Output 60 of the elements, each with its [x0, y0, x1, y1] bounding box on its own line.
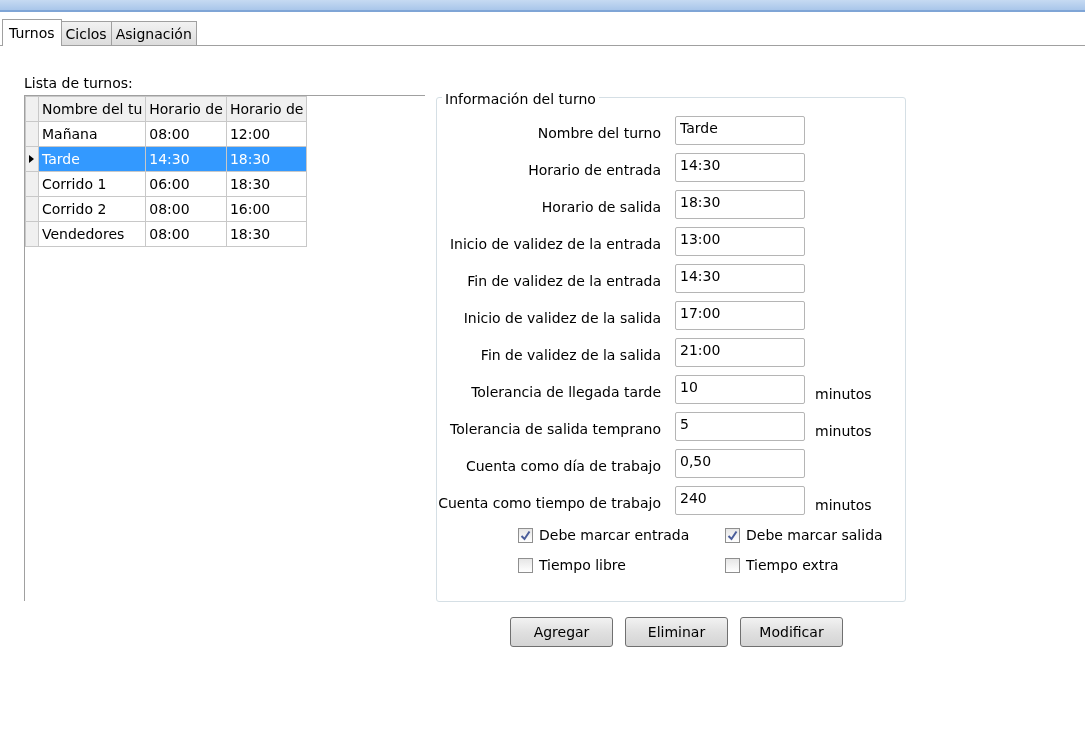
input-field[interactable]: 0,50 — [675, 449, 805, 478]
table-cell: 08:00 — [145, 196, 227, 222]
field-label: Fin de validez de la salida — [479, 346, 661, 365]
field-label: Inicio de validez de la entrada — [448, 235, 661, 254]
table-cell: 12:00 — [226, 121, 307, 147]
checkbox-label: Tiempo libre — [539, 556, 626, 575]
input-field[interactable]: 10 — [675, 375, 805, 404]
unit-label: minutos — [815, 385, 872, 404]
field-label: Inicio de validez de la salida — [462, 309, 661, 328]
row-header — [25, 96, 39, 122]
table-cell: Corrido 2 — [38, 196, 146, 222]
checkbox[interactable] — [518, 528, 533, 543]
checkbox-label: Tiempo extra — [746, 556, 839, 575]
table-cell: 16:00 — [226, 196, 307, 222]
input-field[interactable]: 5 — [675, 412, 805, 441]
field-label: Tolerancia de salida temprano — [449, 420, 661, 439]
action-button[interactable]: Modificar — [740, 617, 843, 647]
table-cell: 06:00 — [145, 171, 227, 197]
column-header[interactable]: Nombre del tu — [38, 96, 146, 122]
checkbox-label: Debe marcar entrada — [539, 526, 690, 545]
input-field[interactable]: 21:00 — [675, 338, 805, 367]
field-label: Cuenta como día de trabajo — [464, 457, 661, 476]
unit-label: minutos — [815, 496, 872, 515]
field-label: Horario de salida — [540, 198, 661, 217]
field-label: Cuenta como tiempo de trabajo — [437, 494, 661, 513]
input-field[interactable]: 240 — [675, 486, 805, 515]
tab[interactable]: Asignación — [110, 21, 197, 45]
checkbox[interactable] — [725, 528, 740, 543]
input-field[interactable]: 17:00 — [675, 301, 805, 330]
input-field[interactable]: 18:30 — [675, 190, 805, 219]
action-button[interactable]: Eliminar — [625, 617, 728, 647]
field-label: Fin de validez de la entrada — [466, 272, 661, 291]
checkbox[interactable] — [518, 558, 533, 573]
table-cell: 18:30 — [226, 146, 307, 172]
checkbox[interactable] — [725, 558, 740, 573]
table-cell: Corrido 1 — [38, 171, 146, 197]
table-cell: 08:00 — [145, 221, 227, 247]
field-label: Tolerancia de llegada tarde — [470, 383, 661, 402]
table-cell: Vendedores — [38, 221, 146, 247]
checkbox-label: Debe marcar salida — [746, 526, 883, 545]
column-header[interactable]: Horario de — [145, 96, 227, 122]
input-field[interactable]: 14:30 — [675, 264, 805, 293]
unit-label: minutos — [815, 422, 872, 441]
input-field[interactable]: 13:00 — [675, 227, 805, 256]
row-header[interactable] — [25, 146, 39, 172]
table-cell: Mañana — [38, 121, 146, 147]
current-row-icon — [29, 155, 34, 163]
action-button[interactable]: Agregar — [510, 617, 613, 647]
field-label: Horario de entrada — [527, 161, 661, 180]
input-field[interactable]: Tarde — [675, 116, 805, 145]
table-cell: 18:30 — [226, 221, 307, 247]
field-label: Nombre del turno — [536, 124, 661, 143]
table-cell: 08:00 — [145, 121, 227, 147]
list-label: Lista de turnos: — [24, 74, 134, 93]
table-cell: Tarde — [38, 146, 146, 172]
column-header[interactable]: Horario de — [226, 96, 307, 122]
tab[interactable]: Turnos — [2, 19, 62, 46]
input-field[interactable]: 14:30 — [675, 153, 805, 182]
table-cell: 18:30 — [226, 171, 307, 197]
tab[interactable]: Ciclos — [60, 21, 112, 45]
